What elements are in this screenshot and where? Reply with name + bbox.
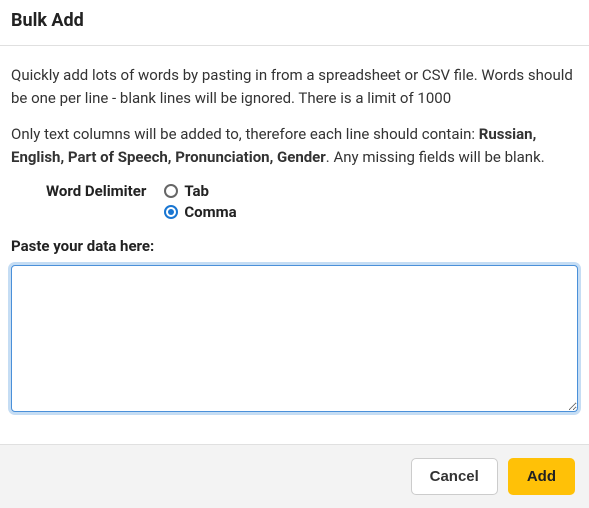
columns-suffix: . Any missing fields will be blank. [326, 148, 545, 166]
delimiter-radio-tab[interactable]: Tab [164, 182, 236, 200]
radio-icon [164, 184, 178, 198]
paste-label: Paste your data here: [11, 237, 578, 255]
data-textarea[interactable] [11, 265, 578, 412]
delimiter-radio-comma[interactable]: Comma [164, 203, 236, 221]
description-text: Quickly add lots of words by pasting in … [11, 64, 578, 109]
radio-dot-icon [168, 209, 174, 215]
delimiter-row: Word Delimiter Tab Comma [11, 182, 578, 221]
cancel-button[interactable]: Cancel [411, 458, 498, 495]
delimiter-label: Word Delimiter [46, 182, 146, 200]
radio-icon-checked [164, 205, 178, 219]
radio-label-comma: Comma [184, 203, 236, 221]
dialog-content: Quickly add lots of words by pasting in … [0, 46, 589, 426]
dialog-title: Bulk Add [11, 10, 578, 31]
add-button[interactable]: Add [508, 458, 575, 495]
dialog-footer: Cancel Add [0, 444, 589, 508]
columns-info-text: Only text columns will be added to, ther… [11, 123, 578, 168]
columns-prefix: Only text columns will be added to, ther… [11, 125, 479, 143]
dialog-header: Bulk Add [0, 0, 589, 46]
radio-label-tab: Tab [184, 182, 209, 200]
textarea-wrap [11, 265, 578, 416]
delimiter-radio-group: Tab Comma [164, 182, 236, 221]
